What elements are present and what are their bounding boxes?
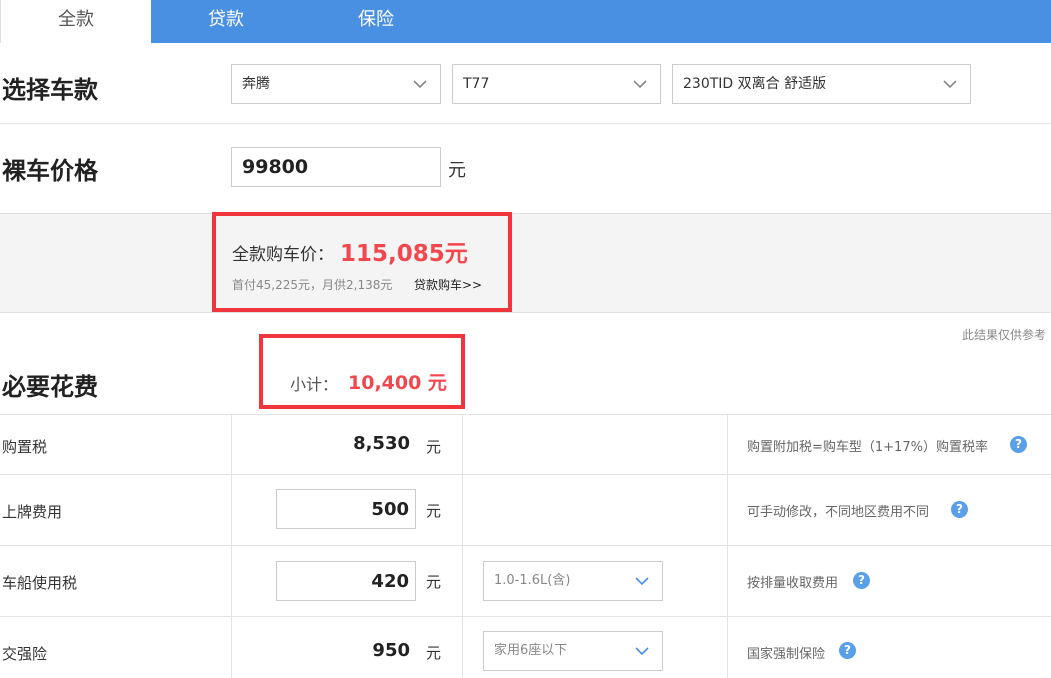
- bare-price-title: 裸车价格: [2, 157, 98, 185]
- purchase-tax-value: 8,530: [353, 433, 410, 454]
- brand-select-value: 奔腾: [242, 76, 270, 92]
- brand-select[interactable]: 奔腾: [231, 64, 441, 104]
- subtotal-label: 小计：: [290, 375, 339, 394]
- series-select[interactable]: T77: [452, 64, 661, 104]
- tab-insurance[interactable]: 保险: [301, 0, 451, 43]
- compulsory-insurance-label: 交强险: [2, 645, 48, 663]
- compulsory-insurance-hint: 国家强制保险: [747, 647, 826, 662]
- chevron-down-icon: [634, 643, 650, 659]
- table-column-divider: [462, 414, 463, 678]
- help-icon[interactable]: ?: [853, 572, 870, 589]
- vehicle-tax-unit: 元: [426, 573, 442, 591]
- loan-purchase-link[interactable]: 贷款购车>>: [414, 276, 482, 293]
- license-fee-unit: 元: [426, 502, 442, 520]
- table-divider: [0, 474, 1051, 475]
- chevron-down-icon: [634, 573, 650, 589]
- help-icon[interactable]: ?: [951, 501, 968, 518]
- table-divider: [0, 545, 1051, 546]
- bare-price-unit: 元: [448, 160, 466, 181]
- purchase-tax-unit: 元: [426, 438, 442, 456]
- divider: [0, 123, 1051, 124]
- total-price-label: 全款购车价：: [232, 245, 334, 265]
- chevron-down-icon: [942, 76, 958, 92]
- tab-bar: 全款 贷款 保险: [0, 0, 1051, 43]
- vehicle-tax-input[interactable]: [276, 561, 416, 601]
- seat-type-select-value: 家用6座以下: [494, 643, 568, 658]
- compulsory-insurance-unit: 元: [426, 644, 442, 662]
- seat-type-select[interactable]: 家用6座以下: [483, 631, 663, 671]
- table-divider: [0, 414, 1051, 415]
- reference-note: 此结果仅供参考: [961, 328, 1046, 342]
- vehicle-tax-label: 车船使用税: [2, 574, 78, 592]
- license-fee-hint: 可手动修改，不同地区费用不同: [747, 505, 930, 520]
- license-fee-input[interactable]: [276, 489, 416, 529]
- displacement-select-value: 1.0-1.6L(含): [494, 573, 571, 588]
- payment-summary: 首付45,225元，月供2,138元: [232, 278, 393, 292]
- chevron-down-icon: [632, 76, 648, 92]
- tab-full-payment[interactable]: 全款: [0, 0, 151, 43]
- purchase-tax-hint: 购置附加税=购车型（1+17%）购置税率: [747, 440, 988, 455]
- required-costs-title: 必要花费: [2, 373, 98, 401]
- tab-loan[interactable]: 贷款: [151, 0, 301, 43]
- table-column-divider: [231, 414, 232, 678]
- select-car-title: 选择车款: [2, 76, 98, 104]
- table-column-divider: [727, 414, 728, 678]
- help-icon[interactable]: ?: [1010, 436, 1027, 453]
- chevron-down-icon: [412, 76, 428, 92]
- compulsory-insurance-value: 950: [372, 640, 410, 661]
- series-select-value: T77: [463, 76, 490, 92]
- model-select-value: 230TID 双离合 舒适版: [683, 76, 827, 92]
- displacement-select[interactable]: 1.0-1.6L(含): [483, 561, 663, 601]
- help-icon[interactable]: ?: [839, 642, 856, 659]
- model-select[interactable]: 230TID 双离合 舒适版: [672, 64, 971, 104]
- license-fee-label: 上牌费用: [2, 503, 63, 521]
- total-price-value: 115,085元: [340, 241, 468, 267]
- vehicle-tax-hint: 按排量收取费用: [747, 576, 839, 591]
- table-divider: [0, 616, 1051, 617]
- purchase-tax-label: 购置税: [2, 438, 48, 456]
- summary-band: [0, 213, 1051, 313]
- subtotal-value: 10,400 元: [348, 372, 447, 394]
- bare-price-input[interactable]: [231, 147, 441, 187]
